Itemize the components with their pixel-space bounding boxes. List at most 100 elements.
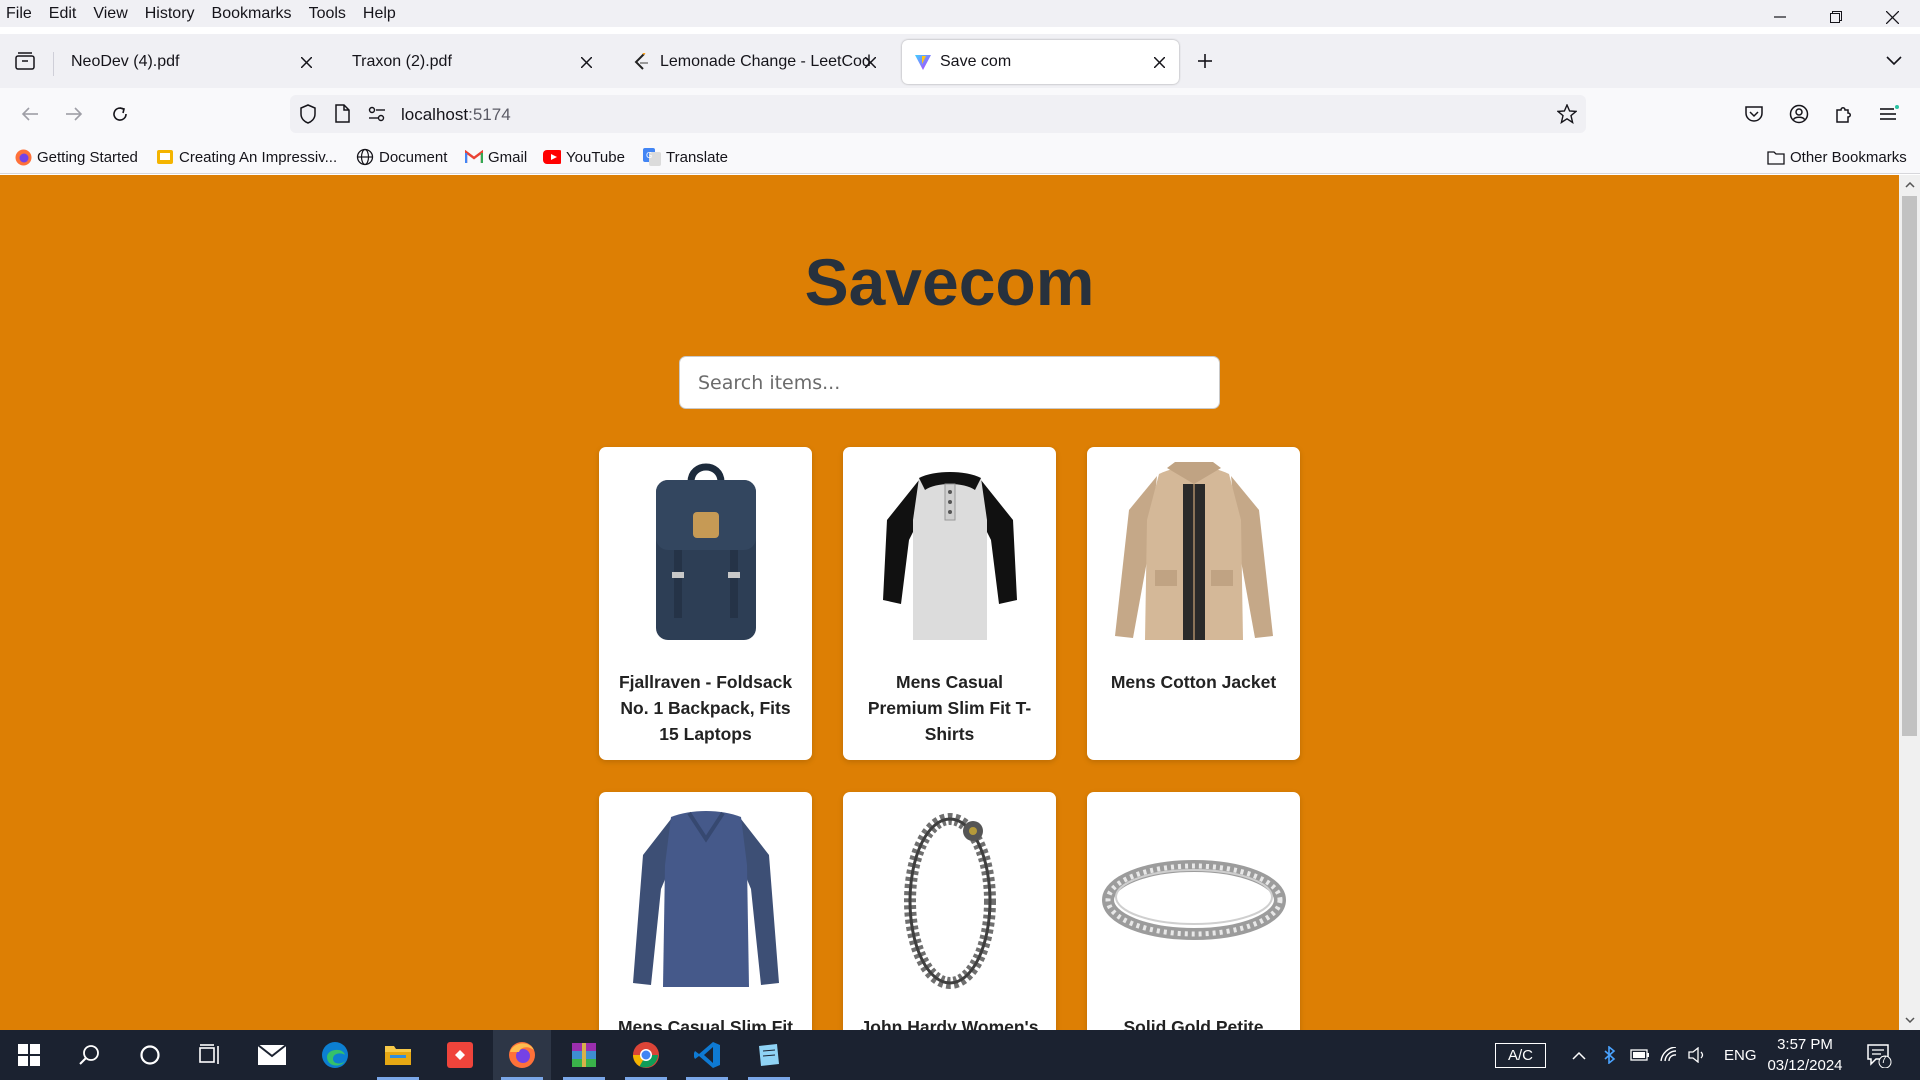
- scroll-down-arrow[interactable]: [1899, 1010, 1920, 1030]
- product-card[interactable]: Mens Casual Slim Fit: [599, 792, 812, 1030]
- bookmark-other-bookmarks[interactable]: Other Bookmarks: [1767, 147, 1907, 167]
- menu-tools[interactable]: Tools: [300, 5, 354, 23]
- app-menu-button[interactable]: [1872, 97, 1906, 131]
- minimize-icon: [1774, 16, 1786, 18]
- ac-indicator[interactable]: A/C: [1495, 1030, 1547, 1080]
- back-button[interactable]: [13, 97, 47, 131]
- product-card[interactable]: John Hardy Women's: [843, 792, 1056, 1030]
- leetcode-icon: [633, 53, 653, 71]
- reload-icon: [113, 107, 127, 121]
- wifi-tray[interactable]: [1660, 1030, 1678, 1080]
- tab-title: Save com: [940, 53, 1012, 70]
- notepad-app[interactable]: [740, 1030, 798, 1080]
- page-scrollbar[interactable]: [1899, 175, 1920, 1030]
- folder-icon: [385, 1046, 411, 1065]
- vscode-app[interactable]: [678, 1030, 736, 1080]
- menu-history[interactable]: History: [136, 5, 203, 23]
- address-bar[interactable]: localhost:5174: [290, 95, 1586, 133]
- cortana-button[interactable]: [121, 1030, 179, 1080]
- shield-icon[interactable]: [299, 104, 317, 129]
- scroll-up-arrow[interactable]: [1899, 175, 1920, 195]
- search-input[interactable]: [679, 356, 1220, 409]
- winrar-app[interactable]: [555, 1030, 613, 1080]
- extensions-button[interactable]: [1827, 97, 1861, 131]
- battery-icon: [1630, 1049, 1649, 1061]
- arrow-left-icon: [21, 107, 38, 121]
- product-card[interactable]: Solid Gold Petite: [1087, 792, 1300, 1030]
- menu-help[interactable]: Help: [354, 5, 404, 23]
- minimize-button[interactable]: [1752, 0, 1808, 34]
- bookmark-gmail[interactable]: Gmail: [465, 147, 527, 167]
- edge-icon: [322, 1042, 348, 1068]
- edge-app[interactable]: [306, 1030, 364, 1080]
- page-icon[interactable]: [334, 104, 350, 128]
- menu-edit[interactable]: Edit: [40, 5, 85, 23]
- task-view-button[interactable]: [181, 1030, 239, 1080]
- bookmark-creating-an-impressive[interactable]: Creating An Impressiv...: [156, 147, 337, 167]
- tab-close-button[interactable]: [860, 52, 880, 72]
- clock-time: 3:57 PM: [1777, 1036, 1833, 1053]
- product-card[interactable]: Mens Casual Premium Slim Fit T-Shirts: [843, 447, 1056, 760]
- bookmark-getting-started[interactable]: Getting Started: [14, 147, 138, 167]
- firefox-app[interactable]: [493, 1030, 551, 1080]
- list-all-tabs-button[interactable]: [1877, 44, 1911, 78]
- url-text[interactable]: localhost:5174: [401, 105, 511, 125]
- tab-overview-button[interactable]: [8, 44, 42, 78]
- ac-label: A/C: [1495, 1042, 1547, 1068]
- mail-app[interactable]: [243, 1030, 301, 1080]
- winrar-icon: [572, 1043, 596, 1067]
- close-icon: [864, 56, 876, 68]
- speaker-icon: [1688, 1047, 1704, 1063]
- product-title: John Hardy Women's: [860, 1017, 1039, 1030]
- clock[interactable]: 3:57 PM 03/12/2024: [1762, 1034, 1848, 1076]
- firefox-icon: [509, 1042, 535, 1068]
- tab-savecom[interactable]: Save com: [902, 40, 1179, 84]
- menu-bookmarks[interactable]: Bookmarks: [203, 5, 300, 23]
- product-title: Mens Cotton Jacket: [1110, 672, 1277, 692]
- gmail-icon: [465, 148, 483, 166]
- bookmark-youtube[interactable]: YouTube: [543, 147, 625, 167]
- product-image: [843, 459, 1056, 649]
- file-explorer-app[interactable]: [369, 1030, 427, 1080]
- battery-tray[interactable]: [1630, 1030, 1650, 1080]
- bookmark-label: Gmail: [488, 148, 528, 166]
- tab-neodev[interactable]: NeoDev (4).pdf: [58, 40, 326, 84]
- language-indicator[interactable]: ENG: [1724, 1030, 1757, 1080]
- pocket-icon: [1745, 106, 1763, 122]
- product-card[interactable]: Mens Cotton Jacket: [1087, 447, 1300, 760]
- start-button[interactable]: [0, 1030, 58, 1080]
- tab-close-button[interactable]: [576, 52, 596, 72]
- product-title: Solid Gold Petite: [1123, 1017, 1264, 1030]
- action-center-button[interactable]: 7: [1866, 1030, 1892, 1080]
- site-permissions-icon[interactable]: [368, 106, 386, 127]
- bookmark-star-icon[interactable]: [1556, 103, 1578, 129]
- close-window-button[interactable]: [1864, 0, 1920, 34]
- notification-icon: [1867, 1044, 1892, 1068]
- tab-traxon[interactable]: Traxon (2).pdf: [338, 40, 606, 84]
- bluetooth-tray[interactable]: [1604, 1030, 1616, 1080]
- product-card[interactable]: Fjallraven - Foldsack No. 1 Backpack, Fi…: [599, 447, 812, 760]
- scrollbar-thumb[interactable]: [1902, 196, 1917, 736]
- chevron-up-icon: [1572, 1051, 1586, 1060]
- menu-view[interactable]: View: [84, 5, 135, 23]
- tab-leetcode[interactable]: Lemonade Change - LeetCode: [622, 40, 890, 84]
- pocket-button[interactable]: [1737, 97, 1771, 131]
- chrome-icon: [632, 1042, 659, 1068]
- tab-close-button[interactable]: [296, 52, 316, 72]
- forward-button[interactable]: [57, 97, 91, 131]
- bookmark-document[interactable]: Document: [356, 147, 447, 167]
- search-button[interactable]: [60, 1030, 118, 1080]
- new-tab-button[interactable]: [1188, 44, 1222, 78]
- restore-button[interactable]: [1808, 0, 1864, 34]
- chain-bracelet-image: [894, 805, 1005, 993]
- show-hidden-icons-button[interactable]: [1572, 1030, 1586, 1080]
- volume-tray[interactable]: [1688, 1030, 1708, 1080]
- account-button[interactable]: [1782, 97, 1816, 131]
- chrome-app[interactable]: [617, 1030, 675, 1080]
- menu-file[interactable]: File: [0, 5, 40, 23]
- bookmark-translate[interactable]: G Translate: [643, 147, 728, 167]
- reload-button[interactable]: [103, 97, 137, 131]
- anydesk-app[interactable]: [431, 1030, 489, 1080]
- cotton-jacket-image: [1108, 460, 1279, 648]
- tab-close-button[interactable]: [1149, 52, 1169, 72]
